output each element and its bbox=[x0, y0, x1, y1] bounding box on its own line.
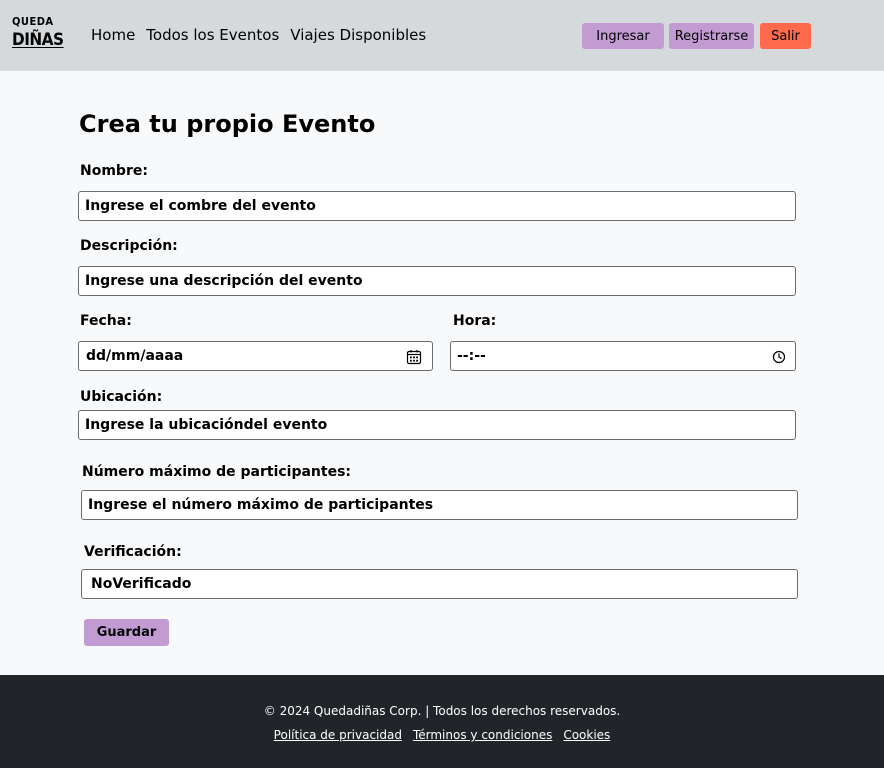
hora-input[interactable] bbox=[457, 348, 789, 364]
participantes-field[interactable] bbox=[81, 490, 798, 520]
fecha-field[interactable] bbox=[78, 341, 433, 371]
brand-line-2: DIÑAS bbox=[12, 30, 64, 50]
navbar: QUEDA DIÑAS Home Todos los Eventos Viaje… bbox=[0, 0, 884, 71]
ubicacion-input[interactable] bbox=[85, 417, 789, 433]
hora-label: Hora: bbox=[453, 313, 497, 329]
nombre-label: Nombre: bbox=[80, 163, 148, 179]
footer-links: Política de privacidad Términos y condic… bbox=[0, 728, 884, 742]
participantes-input[interactable] bbox=[88, 497, 791, 513]
nav-links: Home Todos los Eventos Viajes Disponible… bbox=[91, 26, 426, 44]
cookies-link[interactable]: Cookies bbox=[563, 728, 610, 742]
descripcion-label: Descripción: bbox=[80, 238, 178, 254]
verificacion-field[interactable] bbox=[81, 569, 798, 599]
save-button[interactable]: Guardar bbox=[84, 619, 169, 646]
brand-line-1: QUEDA bbox=[12, 15, 54, 28]
fecha-input[interactable] bbox=[86, 348, 426, 364]
descripcion-field[interactable] bbox=[78, 266, 796, 296]
nav-link-home[interactable]: Home bbox=[91, 26, 135, 44]
hora-field[interactable] bbox=[450, 341, 796, 371]
verificacion-label: Verificación: bbox=[84, 544, 182, 560]
ubicacion-label: Ubicación: bbox=[80, 389, 163, 405]
terms-link[interactable]: Términos y condiciones bbox=[413, 728, 552, 742]
fecha-label: Fecha: bbox=[80, 313, 132, 329]
participantes-label: Número máximo de participantes: bbox=[82, 464, 352, 480]
clock-icon[interactable] bbox=[772, 350, 786, 364]
footer: © 2024 Quedadiñas Corp. | Todos los dere… bbox=[0, 675, 884, 768]
ubicacion-field[interactable] bbox=[78, 410, 796, 440]
brand-logo[interactable]: QUEDA DIÑAS bbox=[12, 14, 64, 56]
privacy-link[interactable]: Política de privacidad bbox=[274, 728, 402, 742]
nav-link-all-events[interactable]: Todos los Eventos bbox=[146, 26, 279, 44]
descripcion-input[interactable] bbox=[85, 273, 789, 289]
nombre-input[interactable] bbox=[85, 198, 789, 214]
verificacion-input[interactable] bbox=[91, 576, 791, 592]
login-button[interactable]: Ingresar bbox=[582, 23, 664, 49]
register-button[interactable]: Registrarse bbox=[669, 23, 754, 49]
calendar-icon[interactable] bbox=[406, 349, 422, 365]
page-title: Crea tu propio Evento bbox=[79, 110, 376, 138]
logout-button[interactable]: Salir bbox=[760, 23, 811, 49]
footer-copyright: © 2024 Quedadiñas Corp. | Todos los dere… bbox=[263, 704, 621, 718]
nav-link-trips[interactable]: Viajes Disponibles bbox=[290, 26, 426, 44]
nombre-field[interactable] bbox=[78, 191, 796, 221]
